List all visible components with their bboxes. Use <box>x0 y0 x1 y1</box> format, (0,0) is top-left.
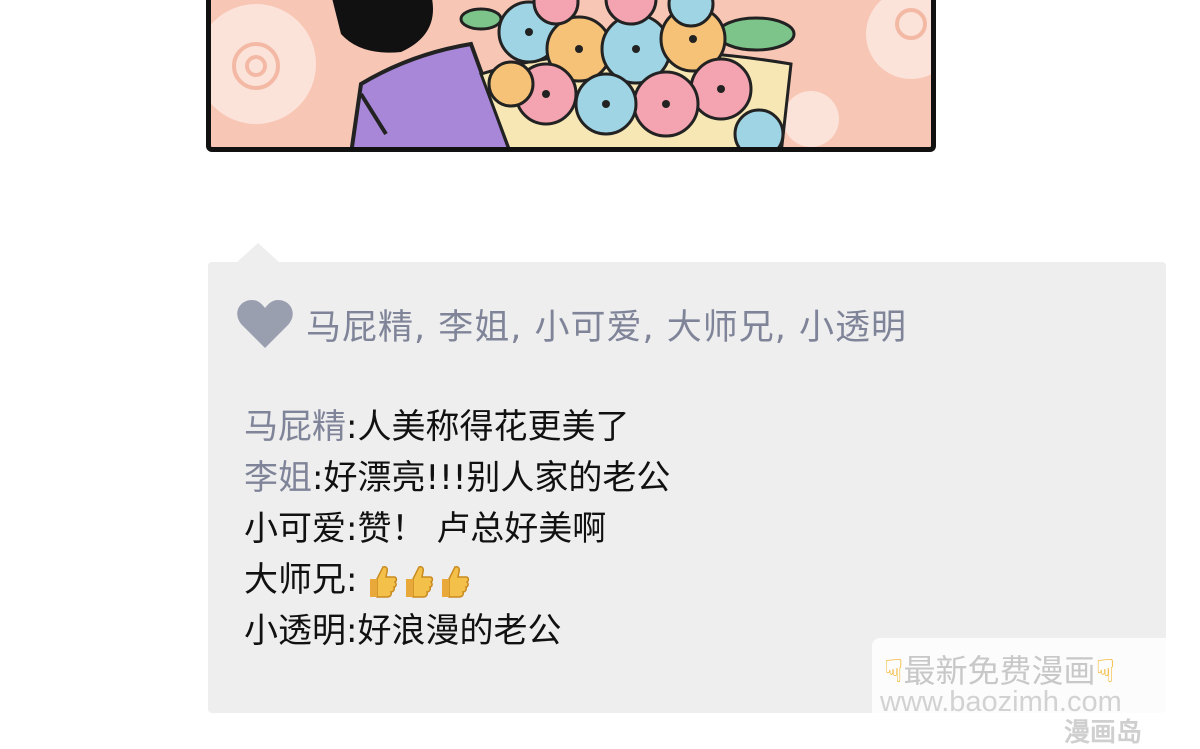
thumbs-up-icon <box>370 565 398 598</box>
comment-separator: : <box>346 407 358 447</box>
thumbs-up-icon <box>406 565 434 598</box>
comment-separator: : <box>312 458 324 498</box>
comment-list: 马屁精:人美称得花更美了 李姐:好漂亮!!!别人家的老公 小可爱:赞！ 卢总好美… <box>244 402 670 657</box>
comic-panel <box>206 0 936 152</box>
comment-item: 小可爱:赞！ 卢总好美啊 <box>244 504 670 555</box>
watermark-title-text: 最新免费漫画 <box>903 652 1096 690</box>
comment-item: 马屁精:人美称得花更美了 <box>244 402 670 453</box>
comment-author[interactable]: 李姐 <box>244 458 312 498</box>
pointing-down-icon: ☟ <box>1095 652 1115 690</box>
comment-author[interactable]: 马屁精 <box>244 407 346 447</box>
comment-item: 小透明:好浪漫的老公 <box>244 606 670 657</box>
comment-text: 好浪漫的老公 <box>357 611 562 651</box>
comment-author[interactable]: 小透明 <box>244 611 346 651</box>
comment-text: 好漂亮!!!别人家的老公 <box>323 458 671 498</box>
comment-separator: : <box>346 611 358 651</box>
likes-row: 马屁精, 李姐, 小可爱, 大师兄, 小透明 <box>236 294 907 354</box>
comment-author[interactable]: 大师兄 <box>244 560 346 600</box>
thumbs-up-group <box>368 564 470 600</box>
comment-item: 大师兄: <box>244 555 670 606</box>
comment-item: 李姐:好漂亮!!!别人家的老公 <box>244 453 670 504</box>
comment-text: 赞！ 卢总好美啊 <box>357 509 607 549</box>
comment-separator: : <box>346 509 358 549</box>
pointing-down-icon: ☟ <box>884 652 904 690</box>
thumbs-up-icon <box>442 565 470 598</box>
comment-author[interactable]: 小可爱 <box>244 509 346 549</box>
liked-by-names[interactable]: 马屁精, 李姐, 小可爱, 大师兄, 小透明 <box>306 299 907 350</box>
watermark-logo: 漫画岛 <box>1064 718 1143 748</box>
comic-illustration <box>211 0 931 147</box>
comment-text: 人美称得花更美了 <box>357 407 630 447</box>
heart-icon <box>237 300 293 348</box>
card-pointer <box>236 243 280 263</box>
comment-separator: : <box>346 560 358 600</box>
